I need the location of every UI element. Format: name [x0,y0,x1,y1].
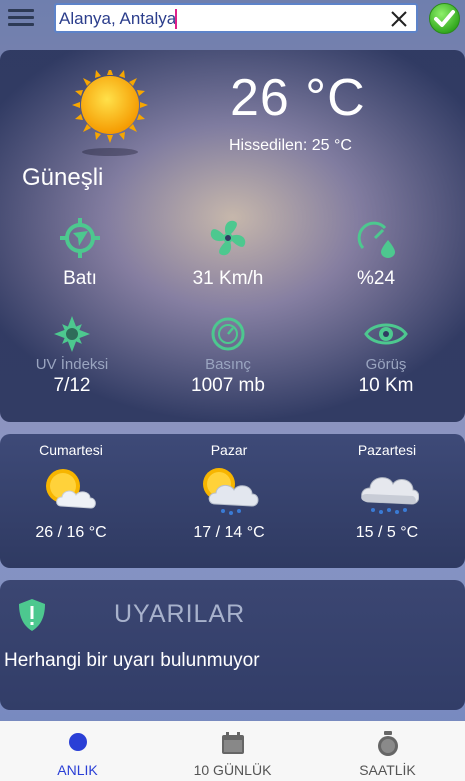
wind-direction-icon [60,218,100,258]
text-caret [175,9,177,29]
humidity-stat: %24 [306,218,446,290]
humidity-value: %24 [356,268,396,289]
forecast-day[interactable]: Pazar 17 / 14 °C [164,442,294,542]
humidity-gauge-icon [357,221,395,258]
tab-anlik[interactable]: ANLIK [0,721,155,781]
forecast-day-name: Cumartesi [39,442,103,458]
top-bar [0,0,465,40]
pressure-label: Basınç [205,356,251,373]
search-box[interactable] [54,3,418,33]
forecast-card: Cumartesi 26 / 16 °C Pazar 17 / 14 °C Pa… [0,434,465,568]
uv-icon [54,316,90,352]
tab-anlik-label: ANLIK [57,762,98,778]
current-weather-card: 26 °C Hissedilen: 25 °C Güneşli Batı 31 … [0,50,465,422]
tab-saatlik-label: SAATLİK [359,762,416,778]
wind-speed-stat: 31 Km/h [158,218,298,290]
uv-index-value: 7/12 [53,375,91,396]
wind-direction-value: Batı [63,268,97,289]
alerts-card: UYARILAR Herhangi bir uyarı bulunmuyor [0,580,465,710]
cloud-rain-icon [361,477,419,514]
forecast-day-name: Pazar [210,442,248,458]
visibility-value: 10 Km [358,375,414,396]
tab-saatlik[interactable]: SAATLİK [310,721,465,781]
forecast-day-name: Pazartesi [357,442,417,458]
weather-condition: Güneşli [22,164,104,191]
wind-direction-stat: Batı [10,218,150,290]
clock-icon [377,731,398,756]
visibility-label: Görüş [365,356,407,373]
confirm-check-icon[interactable] [428,2,461,35]
menu-icon[interactable] [8,6,34,30]
forecast-day[interactable]: Cumartesi 26 / 16 °C [6,442,136,542]
forecast-day[interactable]: Pazartesi 15 / 5 °C [322,442,452,542]
search-input[interactable] [59,7,379,31]
shield-icon [19,599,45,631]
alerts-title: UYARILAR [114,600,246,628]
pressure-icon [211,317,245,351]
pressure-stat: Basınç 1007 mb [158,314,298,397]
visibility-stat: Görüş 10 Km [316,314,456,397]
partly-cloudy-icon [46,469,96,509]
pressure-value: 1007 mb [191,375,265,396]
tab-10-gunluk-label: 10 GÜNLÜK [193,762,272,778]
feels-like-temperature: Hissedilen: 25 °C [229,137,352,154]
temperature: 26 °C [230,69,366,127]
circle-icon [68,733,87,751]
forecast-temp: 15 / 5 °C [355,524,419,541]
uv-index-label: UV İndeksi [35,356,109,373]
bottom-navigation: ANLIK 10 GÜNLÜK SAATLİK [0,721,465,781]
forecast-temp: 26 / 16 °C [35,524,107,541]
alerts-message: Herhangi bir uyarı bulunmuyor [4,650,260,671]
fan-icon [210,220,246,256]
calendar-icon [221,732,244,754]
eye-icon [364,323,408,345]
forecast-temp: 17 / 14 °C [193,524,265,541]
uv-index-stat: UV İndeksi 7/12 [2,314,142,397]
wind-speed-value: 31 Km/h [192,268,264,289]
close-icon[interactable] [388,8,410,30]
sunny-icon [72,70,148,156]
sun-cloud-rain-icon [203,468,259,515]
tab-10-gunluk[interactable]: 10 GÜNLÜK [155,721,310,781]
